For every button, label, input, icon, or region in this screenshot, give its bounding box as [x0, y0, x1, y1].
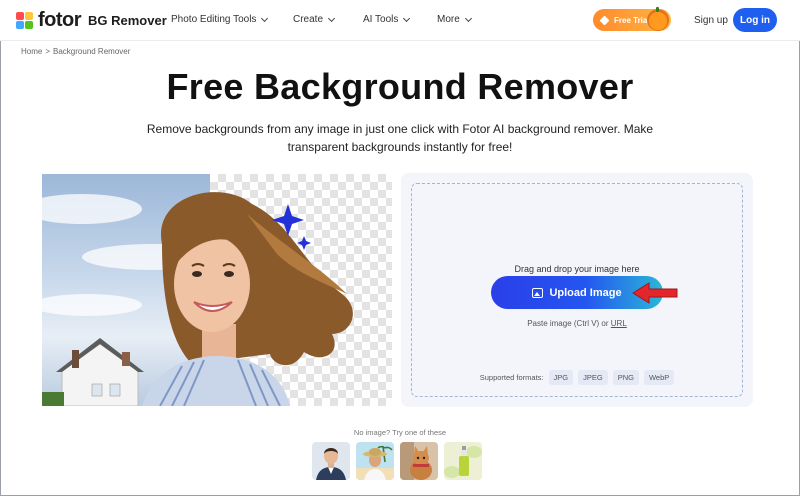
image-icon	[532, 287, 544, 298]
paste-instructions: Paste image (Ctrl V) or URL	[412, 319, 742, 328]
chevron-down-icon	[327, 14, 336, 22]
upload-image-label: Upload Image	[549, 286, 622, 299]
format-badge-jpeg: JPEG	[578, 370, 608, 385]
fotor-logo[interactable]: fotor	[16, 9, 82, 31]
nav-ai-tools[interactable]: AI Tools	[363, 14, 411, 25]
breadcrumb-separator: >	[45, 47, 51, 56]
red-arrow-pointer-icon	[632, 282, 678, 304]
chevron-down-icon	[261, 14, 269, 22]
supported-formats: Supported formats: JPG JPEG PNG WebP	[412, 370, 742, 385]
log-in-button[interactable]: Log in	[733, 8, 777, 32]
drag-and-drop-text: Drag and drop your image here	[514, 264, 640, 274]
chevron-down-icon	[464, 14, 472, 22]
nav-photo-editing-tools[interactable]: Photo Editing Tools	[171, 14, 269, 25]
diamond-icon	[599, 15, 610, 25]
nav-more[interactable]: More	[437, 14, 472, 25]
free-trial-button[interactable]: Free Trial	[593, 7, 671, 31]
sample-cat[interactable]	[400, 442, 438, 480]
sample-product-bottle[interactable]	[444, 442, 482, 480]
formats-label: Supported formats:	[479, 373, 544, 382]
format-badge-webp: WebP	[643, 370, 675, 385]
breadcrumb-current: Background Remover	[53, 47, 131, 56]
demo-before-after-image	[42, 174, 392, 406]
upload-panel: Drag and drop your image here Upload Ima…	[401, 173, 753, 407]
free-trial-label: Free Trial	[614, 15, 650, 25]
demo-portrait-illustration	[42, 192, 353, 406]
nav-label: AI Tools	[363, 14, 399, 25]
page-subtitle: Remove backgrounds from any image in jus…	[146, 122, 654, 154]
format-badge-png: PNG	[612, 370, 639, 385]
sign-up-link[interactable]: Sign up	[694, 15, 728, 26]
breadcrumb: Home > Background Remover	[21, 47, 130, 56]
sample-woman-in-hat[interactable]	[356, 442, 394, 480]
nav-label: Create	[293, 14, 324, 25]
product-name: BG Remover	[88, 13, 167, 28]
sample-man-in-suit[interactable]	[312, 442, 350, 480]
nav-create[interactable]: Create	[293, 14, 336, 25]
format-badge-jpg: JPG	[548, 370, 574, 385]
sample-images-label: No image? Try one of these	[353, 428, 447, 437]
chevron-down-icon	[403, 14, 411, 22]
breadcrumb-home-link[interactable]: Home	[21, 47, 42, 56]
logo-text: fotor	[38, 9, 82, 31]
image-dropzone[interactable]: Drag and drop your image here Upload Ima…	[411, 183, 743, 397]
fotor-logo-icon	[16, 11, 33, 29]
page-title: Free Background Remover	[166, 66, 634, 107]
url-link[interactable]: URL	[611, 319, 627, 328]
pumpkin-icon	[647, 7, 669, 31]
top-navigation-bar: fotor BG Remover Photo Editing Tools Cre…	[0, 0, 800, 41]
nav-label: Photo Editing Tools	[171, 14, 257, 25]
paste-text: Paste image (Ctrl V) or	[527, 319, 609, 328]
nav-label: More	[437, 14, 460, 25]
